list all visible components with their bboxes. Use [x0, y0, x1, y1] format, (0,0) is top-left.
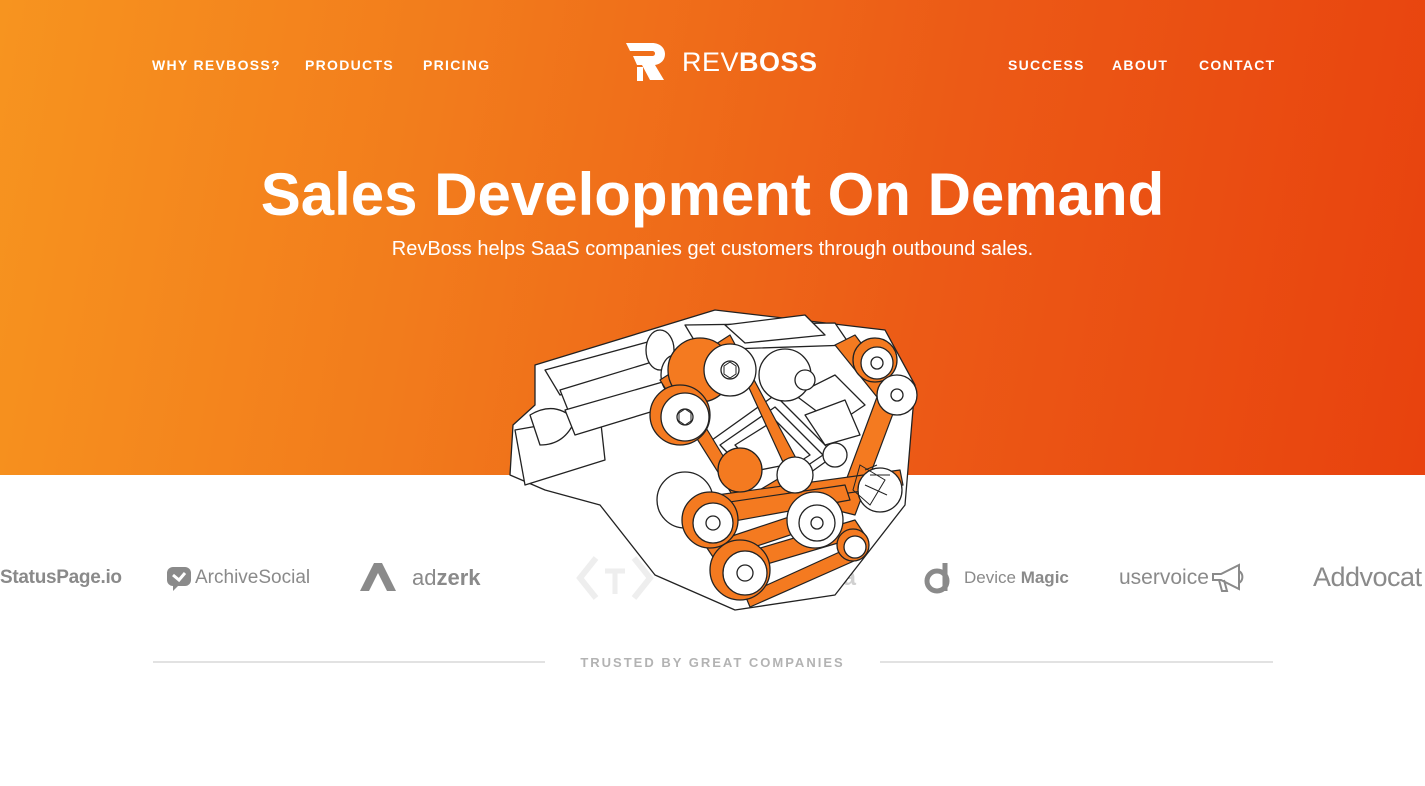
archivesocial-logo: ArchiveSocial	[165, 545, 310, 610]
adzerk-icon	[360, 562, 396, 591]
nav-products[interactable]: PRODUCTS	[305, 57, 394, 73]
devicemagic-icon	[924, 562, 950, 593]
nav-about[interactable]: ABOUT	[1112, 57, 1168, 73]
megaphone-icon	[1211, 562, 1244, 592]
divider-left	[153, 661, 545, 663]
engine-illustration	[509, 309, 918, 611]
nav-contact[interactable]: CONTACT	[1199, 57, 1276, 73]
addvocate-logo: Addvocat	[1313, 562, 1422, 592]
nav-why-revboss[interactable]: WHY REVBOSS?	[152, 57, 281, 73]
nav-pricing[interactable]: PRICING	[423, 57, 490, 73]
revboss-r-logo-icon	[626, 43, 665, 81]
page-headline: Sales Development On Demand	[260, 161, 1165, 228]
adzerk-logo: adzerk	[360, 545, 481, 610]
logo-wordmark: REVBOSS	[682, 46, 818, 77]
statuspage-logo: StatusPage.io	[0, 566, 122, 588]
divider-right	[880, 661, 1273, 663]
devicemagic-logo: Device Magic	[924, 545, 1069, 610]
revboss-logo[interactable]: REVBOSS	[624, 42, 818, 82]
archivesocial-icon	[167, 566, 191, 591]
nav-success[interactable]: SUCCESS	[1008, 57, 1085, 73]
uservoice-logo: uservoice	[1119, 545, 1251, 610]
trusted-by-label: TRUSTED BY GREAT COMPANIES	[580, 655, 845, 670]
page-subheadline: RevBoss helps SaaS companies get custome…	[391, 238, 1034, 260]
